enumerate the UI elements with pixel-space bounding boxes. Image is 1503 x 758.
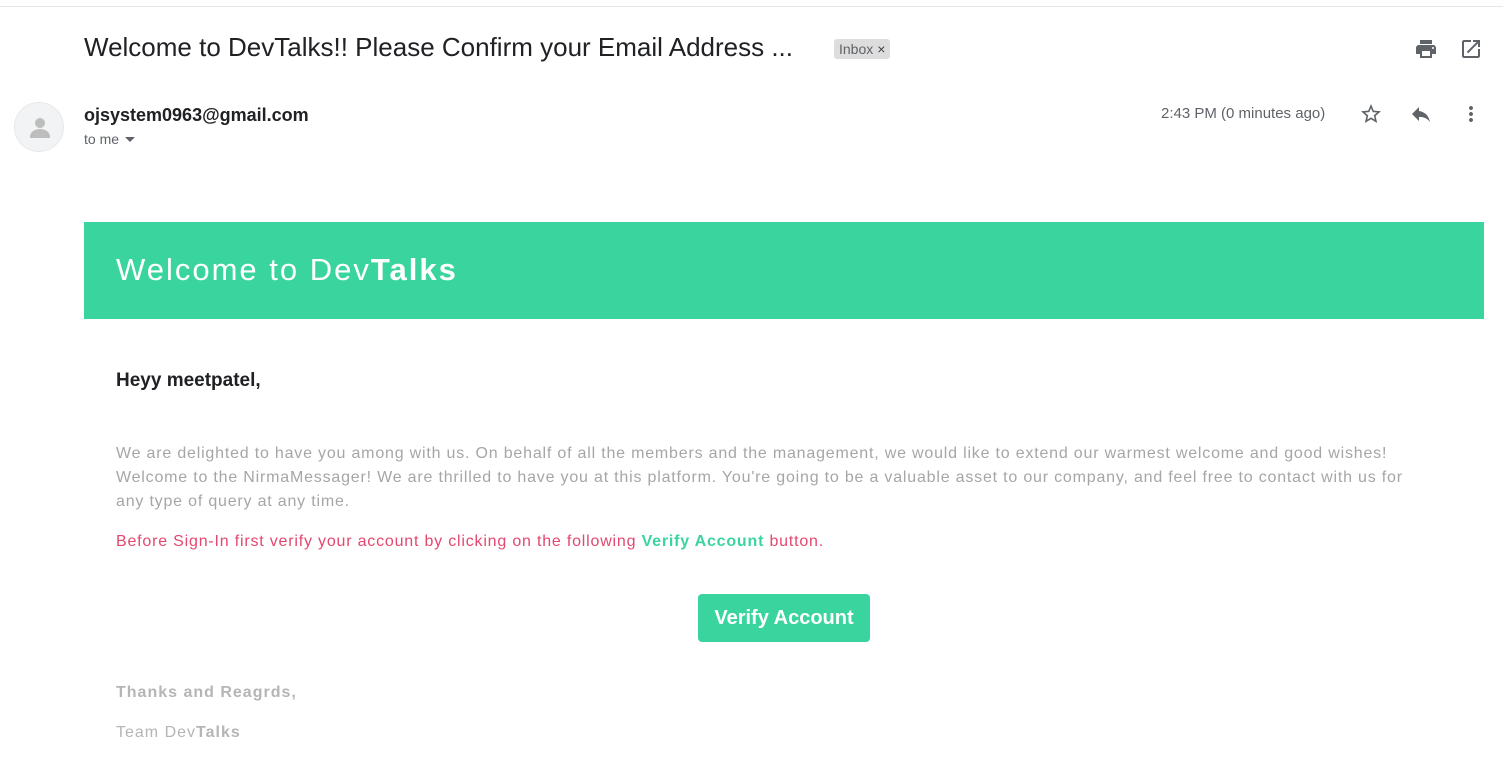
email-subject: Welcome to DevTalks!! Please Confirm you…	[84, 32, 793, 62]
inbox-label-chip[interactable]: Inbox ×	[834, 39, 891, 59]
remove-label-icon[interactable]: ×	[877, 39, 885, 59]
verify-instruction-suffix: button.	[764, 533, 824, 550]
print-icon[interactable]	[1414, 37, 1438, 61]
banner-title-prefix: Welcome to Dev	[116, 252, 371, 287]
sender-email[interactable]: ojsystem0963@gmail.com	[84, 105, 309, 126]
email-timestamp: 2:43 PM (0 minutes ago)	[1161, 105, 1326, 122]
banner-title: Welcome to DevTalks	[116, 252, 458, 288]
chevron-down-icon	[125, 137, 136, 142]
reply-icon[interactable]	[1409, 102, 1433, 126]
inbox-label-text: Inbox	[839, 41, 874, 57]
verify-instruction-highlight: Verify Account	[641, 533, 765, 550]
banner-title-bold: Talks	[370, 252, 458, 287]
welcome-banner: Welcome to DevTalks	[84, 222, 1484, 319]
greeting: Heyy meetpatel,	[116, 370, 261, 391]
team-signature-prefix: Team Dev	[116, 724, 197, 741]
welcome-paragraph: We are delighted to have you among with …	[116, 445, 1403, 510]
top-divider	[0, 6, 1503, 7]
verify-instruction-prefix: Before Sign-In first verify your account…	[116, 533, 642, 550]
open-in-new-window-icon[interactable]	[1459, 37, 1483, 61]
more-vertical-icon[interactable]	[1459, 102, 1483, 126]
recipient-text: to me	[84, 131, 120, 147]
team-signature: Team DevTalks	[116, 724, 241, 742]
sender-avatar	[14, 102, 64, 152]
star-icon[interactable]	[1359, 102, 1383, 126]
signoff: Thanks and Reagrds,	[116, 684, 297, 701]
person-icon	[30, 118, 50, 138]
verify-instruction: Before Sign-In first verify your account…	[116, 532, 1416, 552]
team-signature-bold: Talks	[196, 724, 241, 741]
recipient-details-toggle[interactable]: to me	[84, 131, 136, 147]
verify-account-button[interactable]: Verify Account	[698, 594, 870, 642]
